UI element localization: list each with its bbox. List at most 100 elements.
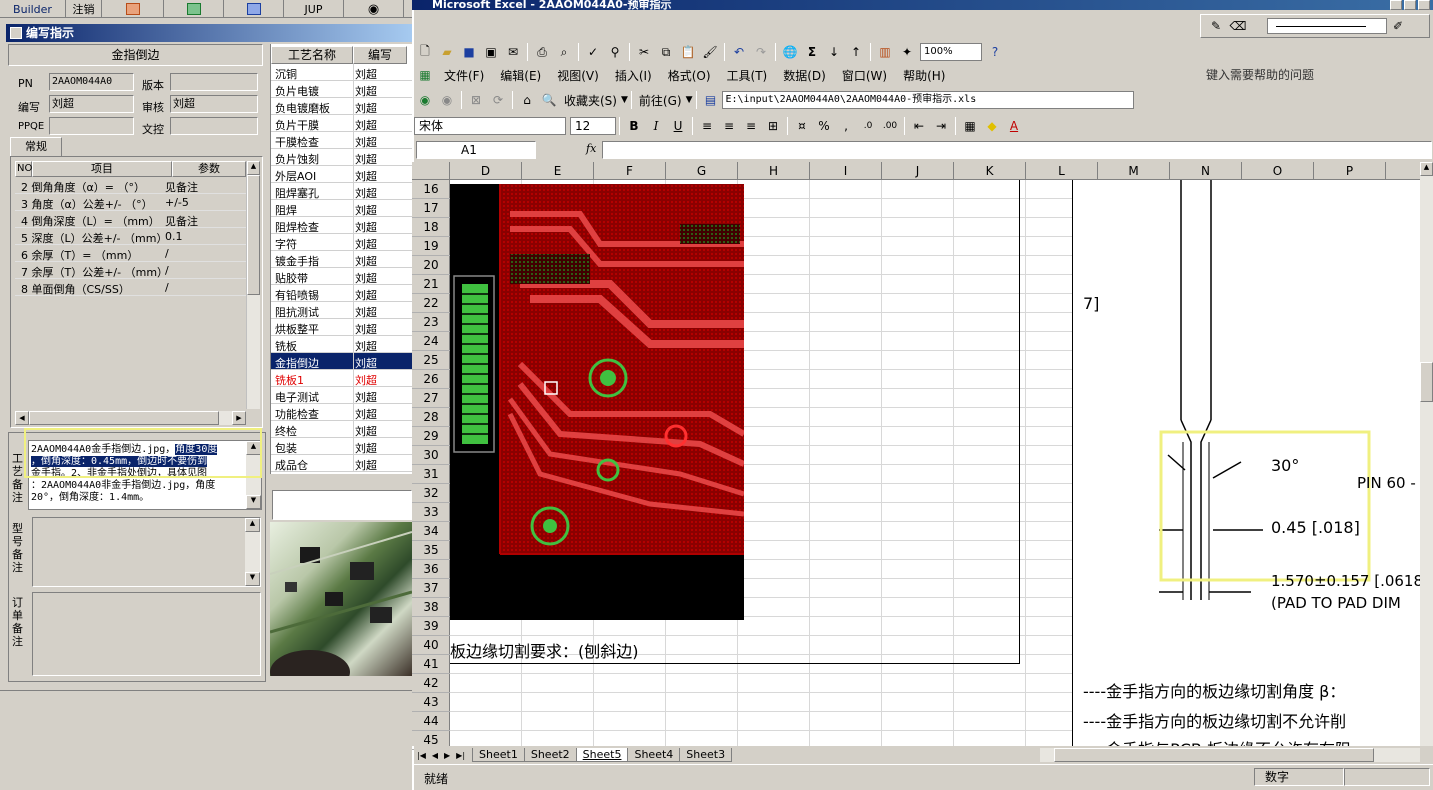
name-box[interactable]: A1 [416, 141, 536, 159]
param-value[interactable]: 0.1 [165, 230, 183, 243]
address-input[interactable]: E:\input\2AAOM044A0\2AAOM044A0-预审指示.xls [721, 91, 1134, 109]
row-header[interactable]: 39 [412, 617, 450, 636]
currency-icon[interactable]: ¤ [793, 117, 811, 135]
vscroll-thumb[interactable] [1420, 362, 1433, 402]
powerpoint-button[interactable] [102, 0, 164, 18]
increase-decimal-icon[interactable]: .0 [859, 117, 877, 135]
row-header[interactable]: 31 [412, 465, 450, 484]
row-header[interactable]: 40 [412, 636, 450, 655]
model-note-scroll[interactable]: ▲ ▼ [245, 518, 260, 586]
scroll-left-arrow[interactable]: ◀ [15, 411, 29, 425]
permission-icon[interactable]: ▣ [482, 43, 500, 61]
column-header[interactable]: G [666, 162, 738, 180]
excel-doc-icon[interactable]: ▦ [416, 66, 434, 84]
row-header[interactable]: 18 [412, 218, 450, 237]
font-size-select[interactable]: 12 [570, 117, 616, 135]
process-row[interactable]: 贴胶带 刘超 [271, 268, 413, 285]
ppqe-field[interactable] [49, 117, 134, 135]
row-header[interactable]: 19 [412, 237, 450, 256]
process-row[interactable]: 外层AOI 刘超 [271, 166, 413, 183]
back-icon[interactable]: ◉ [416, 91, 434, 109]
row-header[interactable]: 43 [412, 693, 450, 712]
process-row[interactable]: 包装 刘超 [271, 438, 413, 455]
process-row[interactable]: 负片电镀 刘超 [271, 81, 413, 98]
menu-item[interactable]: 视图(V) [549, 67, 607, 84]
writer-field[interactable]: 刘超 [49, 95, 134, 113]
column-header[interactable]: F [594, 162, 666, 180]
process-row[interactable]: 终检 刘超 [271, 421, 413, 438]
row-header[interactable]: 27 [412, 389, 450, 408]
print-preview-icon[interactable]: ⌕ [555, 43, 573, 61]
builder-button[interactable]: Builder [0, 0, 66, 18]
process-row[interactable]: 阻焊检查 刘超 [271, 217, 413, 234]
row-header[interactable]: 42 [412, 674, 450, 693]
forward-icon[interactable]: ◉ [438, 91, 456, 109]
favorites-menu[interactable]: 收藏夹(S) [564, 92, 617, 109]
line-style-select[interactable] [1267, 18, 1387, 34]
menu-item[interactable]: 编辑(E) [492, 67, 549, 84]
align-left-icon[interactable]: ≡ [698, 117, 716, 135]
param-row[interactable]: 6 余厚（T）= （mm） / [15, 245, 246, 262]
param-value[interactable]: / [165, 281, 169, 294]
process-row[interactable]: 烘板整平 刘超 [271, 319, 413, 336]
row-header[interactable]: 35 [412, 541, 450, 560]
format-painter-icon[interactable]: 🖌 [701, 43, 719, 61]
order-note-textarea[interactable] [32, 592, 261, 676]
paste-icon[interactable]: 📋 [679, 43, 697, 61]
cut-icon[interactable]: ✂ [635, 43, 653, 61]
menu-item[interactable]: 文件(F) [436, 67, 492, 84]
search-web-icon[interactable]: 🔍 [540, 91, 558, 109]
row-header[interactable]: 16 [412, 180, 450, 199]
scroll-down-arrow[interactable]: ▼ [246, 495, 261, 509]
row-header[interactable]: 37 [412, 579, 450, 598]
reviewer-field[interactable]: 刘超 [170, 95, 258, 113]
scroll-up-arrow[interactable]: ▲ [247, 161, 260, 175]
stop-icon[interactable]: ⊠ [467, 91, 485, 109]
version-field[interactable] [170, 73, 258, 91]
scroll-up-arrow[interactable]: ▲ [1420, 162, 1433, 176]
row-header[interactable]: 28 [412, 408, 450, 427]
menu-item[interactable]: 插入(I) [607, 67, 660, 84]
horizontal-scrollbar[interactable] [1040, 748, 1420, 762]
scroll-right-arrow[interactable]: ▶ [232, 411, 246, 425]
select-all-corner[interactable] [412, 162, 450, 180]
process-row[interactable]: 负片蚀刻 刘超 [271, 149, 413, 166]
fx-icon[interactable]: fx [586, 142, 596, 155]
align-right-icon[interactable]: ≡ [742, 117, 760, 135]
spelling-icon[interactable]: ✓ [584, 43, 602, 61]
row-header[interactable]: 23 [412, 313, 450, 332]
row-header[interactable]: 41 [412, 655, 450, 674]
scroll-up-arrow[interactable]: ▲ [245, 518, 260, 532]
param-row[interactable]: 7 余厚（T）公差+/- （mm） / [15, 262, 246, 279]
italic-icon[interactable]: I [647, 117, 665, 135]
underline-icon[interactable]: U [669, 117, 687, 135]
sort-ascending-icon[interactable]: ↓ [825, 43, 843, 61]
column-header[interactable]: K [954, 162, 1026, 180]
print-icon[interactable]: ⎙ [533, 43, 551, 61]
row-header[interactable]: 17 [412, 199, 450, 218]
sort-descending-icon[interactable]: ↑ [847, 43, 865, 61]
comma-icon[interactable]: , [837, 117, 855, 135]
fill-color-icon[interactable]: ◆ [983, 117, 1001, 135]
params-hscroll[interactable]: ◀ ▶ [15, 411, 246, 425]
excel-button[interactable] [164, 0, 224, 18]
column-header[interactable]: D [450, 162, 522, 180]
home-icon[interactable]: ⌂ [518, 91, 536, 109]
param-row[interactable]: 3 角度（α）公差+/- （°） +/-5 [15, 194, 246, 211]
row-header[interactable]: 20 [412, 256, 450, 275]
sheet-tab[interactable]: Sheet2 [523, 748, 577, 762]
borders-icon[interactable]: ▦ [961, 117, 979, 135]
param-value[interactable]: 见备注 [165, 179, 198, 195]
formula-input[interactable] [602, 141, 1432, 159]
menu-item[interactable]: 帮助(H) [895, 67, 953, 84]
sheet-tab[interactable]: Sheet1 [472, 748, 525, 762]
open-icon[interactable]: ▰ [438, 43, 456, 61]
word-button[interactable] [224, 0, 284, 18]
hscroll-thumb[interactable] [1054, 748, 1374, 762]
research-icon[interactable]: ⚲ [606, 43, 624, 61]
pen-icon[interactable]: ✐ [1389, 17, 1407, 35]
docctrl-field[interactable] [170, 117, 258, 135]
close-button[interactable] [1418, 0, 1430, 10]
undo-icon[interactable]: ↶ [730, 43, 748, 61]
process-row[interactable]: 镀金手指 刘超 [271, 251, 413, 268]
